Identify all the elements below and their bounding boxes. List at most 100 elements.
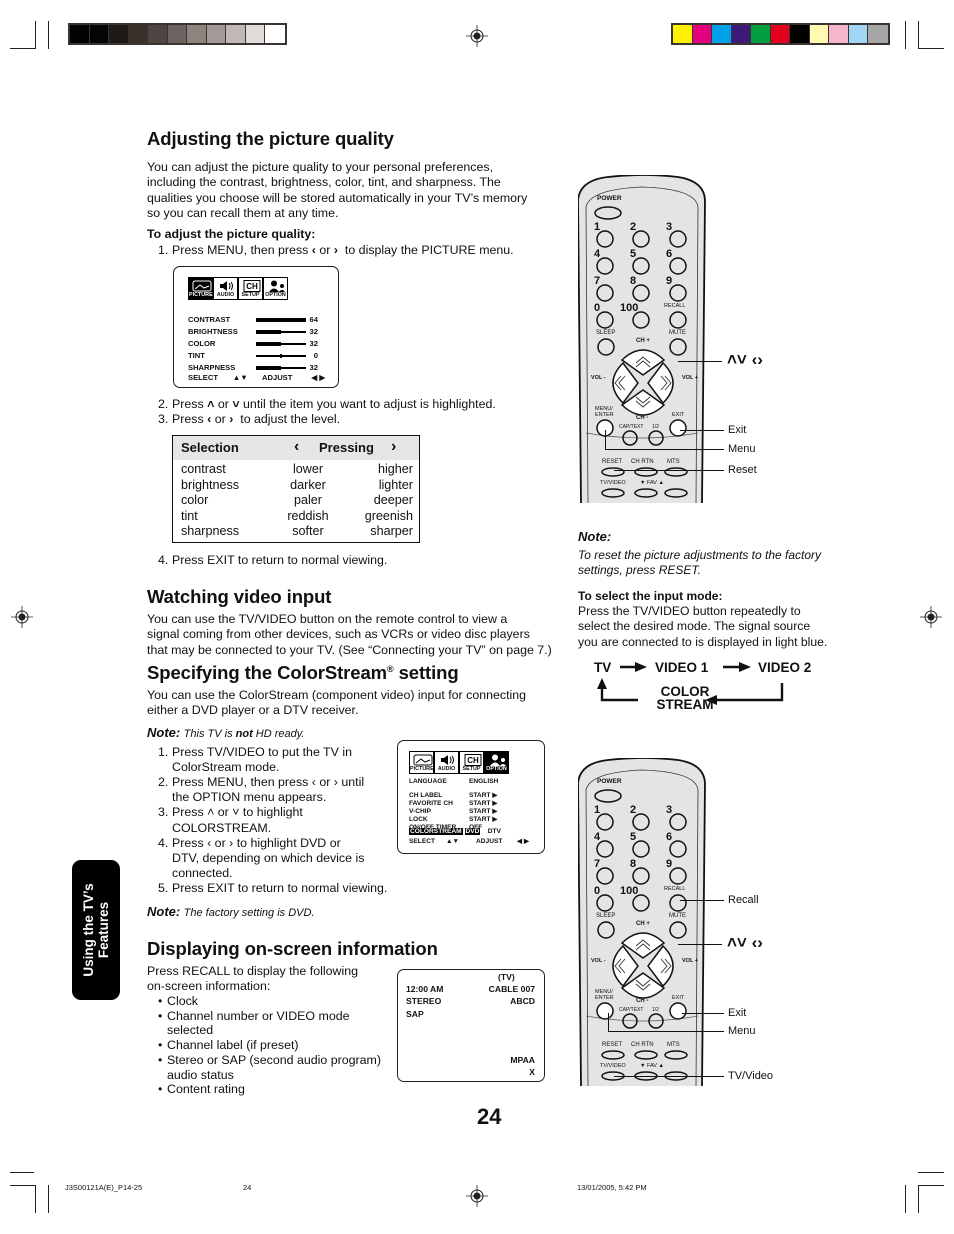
- tab-setup: CH SETUP: [459, 751, 484, 774]
- table-cell-left: paler: [293, 493, 322, 507]
- digit-button-label: 9: [666, 275, 673, 287]
- colorstream-note-factory: Note: The factory setting is DVD.: [147, 904, 315, 919]
- osd-option-label: V-CHIP: [409, 808, 431, 815]
- crop-mark: [905, 1185, 906, 1213]
- table-header: Selection ‹ Pressing ›: [173, 436, 419, 460]
- callout-line: [605, 449, 724, 450]
- fav-button-label: ▼ FAV ▲: [640, 1063, 664, 1069]
- color-swatch: [712, 25, 732, 43]
- menu-tabs: PICTURE AUDIO CH SETUP OPTION: [409, 751, 509, 774]
- bullet-line: • Clock: [158, 994, 198, 1008]
- bullet-line: • Channel label (if preset): [158, 1038, 299, 1053]
- table-cell-right: deeper: [373, 493, 413, 507]
- osd-channel: CABLE 007: [488, 984, 535, 994]
- digit-button-label: 6: [666, 831, 673, 843]
- option-menu-screen: PICTURE AUDIO CH SETUP OPTION LANGUAGE EN…: [397, 740, 545, 854]
- osd-channel-label: ABCD: [510, 996, 535, 1006]
- osd-item-value: 32: [309, 363, 318, 372]
- color-swatch: [868, 25, 888, 43]
- osd-level-fill: [256, 317, 306, 322]
- ch-down-label: CH -: [636, 415, 649, 421]
- osd-level-bar: [256, 353, 306, 358]
- menu-button-label: ENTER: [595, 412, 614, 418]
- colorstream-step-line: 2. Press MENU, then press ‹ or › until: [158, 775, 365, 790]
- osd-audio-sap: SAP: [406, 1009, 424, 1019]
- gray-swatch: [265, 25, 285, 43]
- ch-icon: CH: [464, 754, 482, 766]
- osd-level-marker: [280, 353, 282, 358]
- crop-mark: [918, 48, 944, 49]
- table-cell-item: contrast: [181, 462, 226, 476]
- callout-line: [614, 1076, 724, 1077]
- crop-mark: [10, 48, 35, 49]
- osd-item-label: SHARPNESS: [188, 363, 236, 372]
- callout-menu: Menu: [728, 443, 756, 455]
- osd-option-value: START ▶: [469, 816, 498, 823]
- gray-swatch: [167, 25, 187, 43]
- table-cell-item: tint: [181, 508, 198, 523]
- osd-level-fill: [256, 365, 281, 370]
- table-cell-left: softer: [292, 524, 324, 538]
- remote-control-diagram-1: POWER 1 2 3 4 5 6 7 8 9 0 100 RECALL SLEEP MUTE CH + CH …: [577, 174, 708, 504]
- osd-level-bar: [256, 365, 306, 370]
- table-cell-left: reddish: [287, 508, 329, 523]
- half-button-label: 1/2: [652, 1007, 659, 1013]
- osd-level-fill: [256, 329, 281, 334]
- onscreen-info-intro: Press RECALL to display the following on…: [147, 964, 358, 994]
- callout-line: [608, 1013, 609, 1031]
- osd-item-label: TINT: [188, 351, 205, 360]
- section-title-colorstream: Specifying the ColorStream® setting: [147, 662, 459, 683]
- footer-timestamp: 13/01/2005, 5:42 PM: [577, 1183, 647, 1192]
- osd-level-bar: [256, 341, 306, 346]
- users-icon: [490, 754, 506, 766]
- reset-button-label: RESET: [602, 1042, 623, 1048]
- digit-button-label: 6: [666, 248, 673, 260]
- picture-icon: [192, 280, 212, 292]
- digit-button-label: 8: [630, 858, 637, 870]
- osd-time: 12:00 AM: [406, 984, 444, 994]
- gray-swatch: [128, 25, 148, 43]
- colorstream-body: You can use the ColorStream (component v…: [147, 688, 527, 718]
- power-button-label: POWER: [597, 195, 622, 202]
- colorstream-step-line: 1. Press TV/VIDEO to put the TV in: [158, 745, 352, 759]
- crop-mark: [918, 1172, 944, 1173]
- footer-page: 24: [243, 1183, 252, 1192]
- registration-mark-icon: [11, 606, 33, 628]
- table-cell-item: sharpness: [181, 524, 240, 538]
- digit-button-label: 4: [594, 831, 601, 843]
- tvvideo-button-label: TV/VIDEO: [600, 1063, 626, 1069]
- table-cell-right: higher: [377, 462, 413, 476]
- recall-info-screen: (TV) 12:00 AM CABLE 007 STEREO ABCD SAP …: [397, 969, 545, 1082]
- osd-item-label: COLOR: [188, 339, 216, 348]
- digit-button-label: 5: [630, 831, 637, 843]
- callout-recall: Recall: [728, 894, 759, 906]
- colorstream-step-line: the OPTION menu appears.: [172, 790, 327, 805]
- color-swatch: [692, 25, 712, 43]
- section-title-video-input: Watching video input: [147, 586, 332, 607]
- color-swatch: [809, 25, 829, 43]
- color-swatch: [731, 25, 751, 43]
- crop-mark: [10, 1185, 35, 1186]
- colorstream-step-line: 4. Press ‹ or › to highlight DVD or: [158, 835, 341, 850]
- osd-option-value: START ▶: [469, 800, 498, 807]
- osd-item-label: BRIGHTNESS: [188, 327, 238, 336]
- digit-button-label: 100: [620, 885, 639, 897]
- colorstream-row: COLORSTREAM DVD DTV: [409, 828, 501, 835]
- color-swatch: [770, 25, 790, 43]
- osd-level-bar: [256, 317, 306, 322]
- digit-button-label: 7: [594, 275, 601, 287]
- osd-option-value: START ▶: [469, 792, 498, 799]
- osd-item-label: CONTRAST: [188, 315, 231, 324]
- osd-option-label: CH LABEL: [409, 792, 443, 799]
- bullet-line: selected: [167, 1023, 214, 1038]
- bullet-line: • Content rating: [158, 1082, 245, 1097]
- ch-icon: CH: [243, 280, 261, 292]
- fav-button-label: ▼ FAV ▲: [640, 480, 664, 486]
- captext-button-label: CAP/TEXT: [619, 1007, 644, 1013]
- chrtn-button-label: CH RTN: [631, 459, 654, 465]
- adjustment-table: Selection ‹ Pressing › contrast lower high…: [172, 435, 420, 543]
- digit-button-label: 8: [630, 275, 637, 287]
- input-mode-label: To select the input mode:: [578, 589, 723, 603]
- callout-exit: Exit: [728, 424, 747, 436]
- colorstream-note-hd: Note: This TV is not HD ready.: [147, 725, 305, 740]
